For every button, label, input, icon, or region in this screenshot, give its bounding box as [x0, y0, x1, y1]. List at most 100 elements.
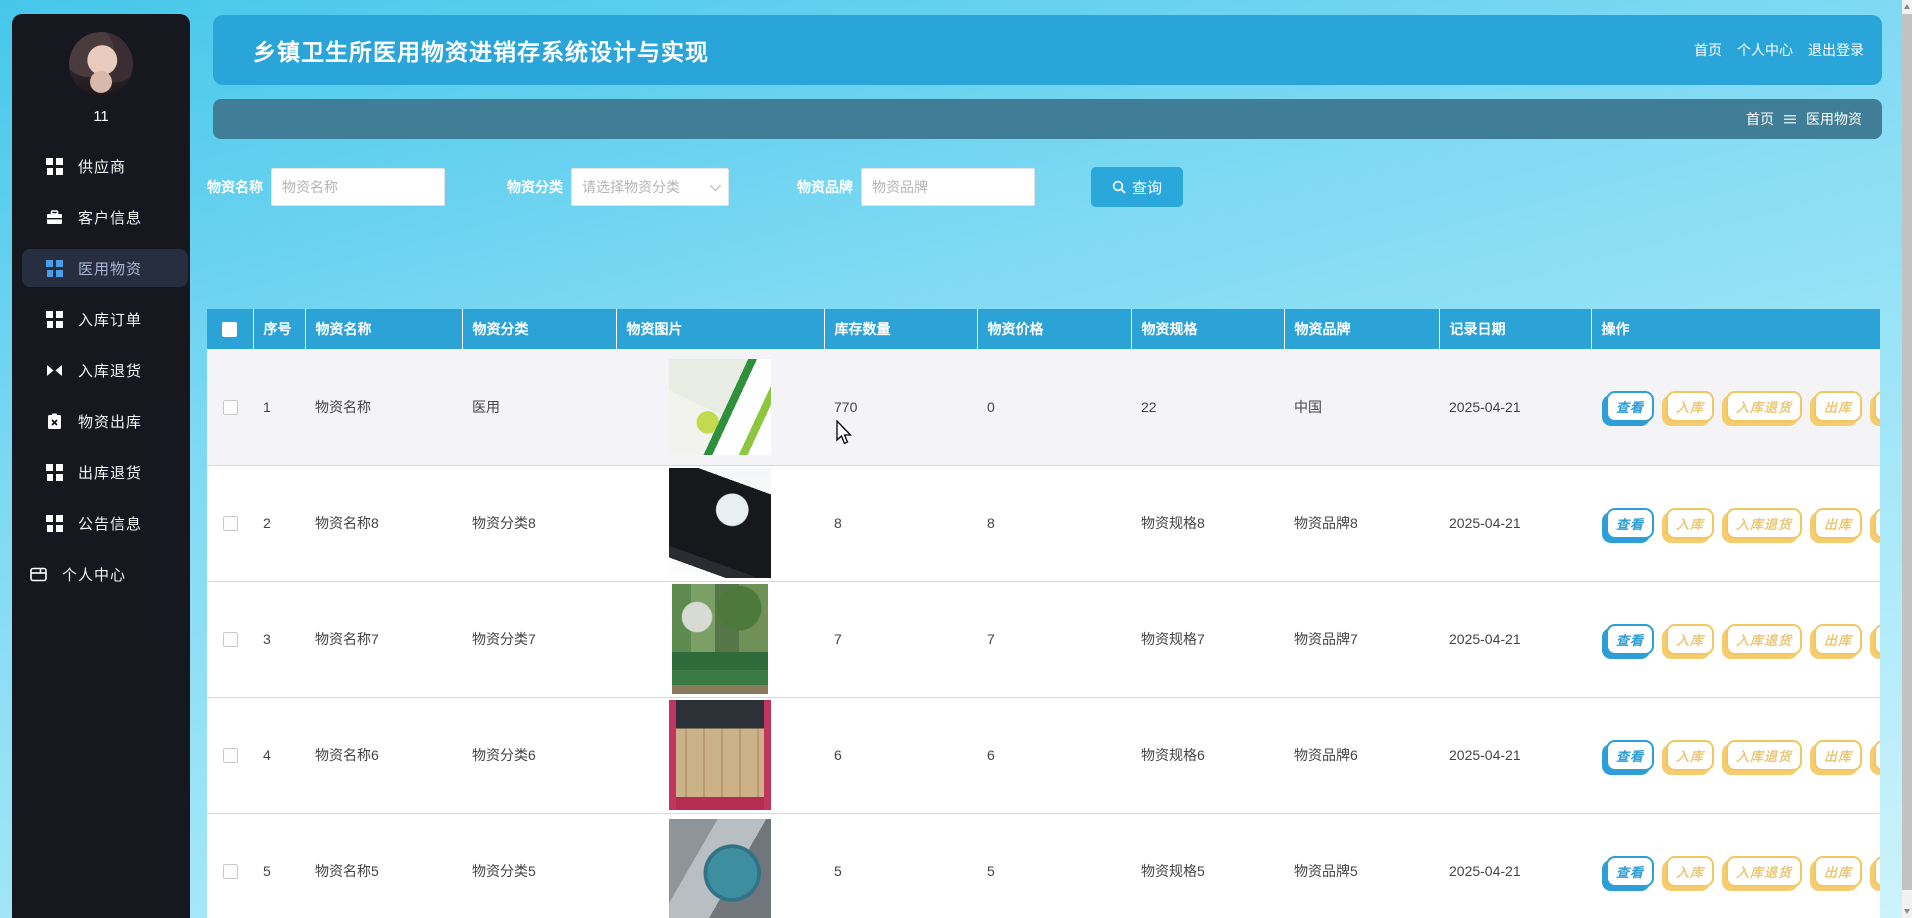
- category-select[interactable]: 请选择物资分类: [571, 168, 729, 206]
- inbound-button[interactable]: 入库: [1666, 391, 1714, 422]
- briefcase-icon: [46, 209, 63, 226]
- sidebar: 11 供应商 客户信息 医用物资 入库订单 入库退货: [12, 14, 190, 918]
- table-row: 5 物资名称5 物资分类5 5 5 物资规格5 物资品牌5 2025-04-21…: [207, 813, 1880, 918]
- breadcrumb-current: 医用物资: [1806, 109, 1862, 129]
- nav-home-link[interactable]: 首页: [1694, 40, 1722, 60]
- avatar: [69, 32, 133, 96]
- vertical-scrollbar[interactable]: [1902, 0, 1912, 918]
- col-actions: 操作: [1591, 309, 1880, 349]
- category-label: 物资分类: [507, 177, 563, 197]
- brand-input[interactable]: [861, 168, 1035, 206]
- sidebar-item-suppliers[interactable]: 供应商: [22, 147, 188, 185]
- inbound-button[interactable]: 入库: [1666, 624, 1714, 655]
- scrollbar-thumb[interactable]: [1902, 14, 1912, 890]
- name-input[interactable]: [271, 168, 445, 206]
- col-spec: 物资规格: [1131, 309, 1284, 349]
- outbound-return-button[interactable]: 出库退货: [1874, 508, 1880, 539]
- table-row: 1 物资名称 医用 770 0 22 中国 2025-04-21 查看入库入库退…: [207, 349, 1880, 465]
- outbound-button[interactable]: 出库: [1814, 624, 1862, 655]
- username: 11: [12, 108, 190, 125]
- col-category: 物资分类: [462, 309, 616, 349]
- table-row: 2 物资名称8 物资分类8 8 8 物资规格8 物资品牌8 2025-04-21…: [207, 465, 1880, 581]
- inbound-button[interactable]: 入库: [1666, 856, 1714, 887]
- search-icon: [1112, 180, 1126, 194]
- inbound-button[interactable]: 入库: [1666, 740, 1714, 771]
- sidebar-item-announcements[interactable]: 公告信息: [22, 504, 188, 542]
- row-checkbox[interactable]: [223, 632, 238, 647]
- view-button[interactable]: 查看: [1606, 508, 1654, 539]
- page-title: 乡镇卫生所医用物资进销存系统设计与实现: [213, 33, 709, 67]
- grid-icon: [46, 464, 63, 481]
- nav-personal-center-link[interactable]: 个人中心: [1737, 40, 1793, 60]
- col-image: 物资图片: [616, 309, 824, 349]
- grid-icon: [46, 311, 63, 328]
- view-button[interactable]: 查看: [1606, 740, 1654, 771]
- search-button[interactable]: 查询: [1091, 167, 1183, 207]
- nav-logout-link[interactable]: 退出登录: [1808, 40, 1864, 60]
- product-image: [669, 359, 771, 455]
- table-row: 4 物资名称6 物资分类6 6 6 物资规格6 物资品牌6 2025-04-21…: [207, 697, 1880, 813]
- sidebar-item-medical-supplies[interactable]: 医用物资: [22, 249, 188, 287]
- grid-icon: [46, 158, 63, 175]
- outbound-button[interactable]: 出库: [1814, 508, 1862, 539]
- scroll-up-icon[interactable]: [1904, 4, 1910, 9]
- clipboard-icon: [46, 413, 63, 430]
- inbound-return-button[interactable]: 入库退货: [1726, 740, 1802, 771]
- brand-label: 物资品牌: [797, 177, 853, 197]
- sidebar-item-customers[interactable]: 客户信息: [22, 198, 188, 236]
- col-stock: 库存数量: [824, 309, 977, 349]
- select-all-checkbox[interactable]: [222, 322, 237, 337]
- breadcrumb-home[interactable]: 首页: [1746, 109, 1774, 129]
- product-image: [669, 819, 771, 918]
- inbound-return-button[interactable]: 入库退货: [1726, 856, 1802, 887]
- product-image: [672, 584, 768, 694]
- bowtie-icon: [46, 362, 63, 379]
- sidebar-item-personal-center[interactable]: 个人中心: [20, 555, 188, 593]
- sidebar-item-outbound-returns[interactable]: 出库退货: [22, 453, 188, 491]
- row-checkbox[interactable]: [223, 864, 238, 879]
- outbound-return-button[interactable]: 出库退货: [1874, 856, 1880, 887]
- outbound-return-button[interactable]: 出库退货: [1874, 740, 1880, 771]
- table-row: 3 物资名称7 物资分类7 7 7 物资规格7 物资品牌7 2025-04-21…: [207, 581, 1880, 697]
- sidebar-item-outbound[interactable]: 物资出库: [22, 402, 188, 440]
- scroll-down-icon[interactable]: [1904, 909, 1910, 914]
- window-icon: [30, 566, 47, 583]
- search-bar: 物资名称 物资分类 请选择物资分类 物资品牌 查询: [207, 167, 1887, 207]
- supplies-table: 序号 物资名称 物资分类 物资图片 库存数量 物资价格 物资规格 物资品牌 记录…: [207, 309, 1880, 918]
- view-button[interactable]: 查看: [1606, 856, 1654, 887]
- col-name: 物资名称: [305, 309, 462, 349]
- product-image: [669, 700, 771, 810]
- grid-icon: [46, 515, 63, 532]
- top-nav: 首页 个人中心 退出登录: [1694, 40, 1882, 60]
- app-root: 11 供应商 客户信息 医用物资 入库订单 入库退货: [0, 0, 1912, 918]
- sidebar-item-inbound-orders[interactable]: 入库订单: [22, 300, 188, 338]
- outbound-button[interactable]: 出库: [1814, 740, 1862, 771]
- chevron-down-icon: [710, 180, 721, 191]
- hamburger-separator-icon: [1784, 115, 1796, 124]
- top-header: 乡镇卫生所医用物资进销存系统设计与实现 首页 个人中心 退出登录: [213, 15, 1882, 85]
- view-button[interactable]: 查看: [1606, 391, 1654, 422]
- outbound-button[interactable]: 出库: [1814, 391, 1862, 422]
- mouse-cursor: [836, 420, 854, 446]
- row-checkbox[interactable]: [223, 400, 238, 415]
- outbound-return-button[interactable]: 出库退货: [1874, 624, 1880, 655]
- name-label: 物资名称: [207, 177, 263, 197]
- row-checkbox[interactable]: [223, 748, 238, 763]
- sidebar-item-inbound-returns[interactable]: 入库退货: [22, 351, 188, 389]
- inbound-button[interactable]: 入库: [1666, 508, 1714, 539]
- col-price: 物资价格: [977, 309, 1131, 349]
- inbound-return-button[interactable]: 入库退货: [1726, 508, 1802, 539]
- breadcrumb: 首页 医用物资: [213, 99, 1882, 139]
- col-brand: 物资品牌: [1284, 309, 1439, 349]
- row-checkbox[interactable]: [223, 516, 238, 531]
- col-no: 序号: [253, 309, 305, 349]
- grid-icon: [46, 260, 63, 277]
- inbound-return-button[interactable]: 入库退货: [1726, 624, 1802, 655]
- inbound-return-button[interactable]: 入库退货: [1726, 391, 1802, 422]
- outbound-button[interactable]: 出库: [1814, 856, 1862, 887]
- table-header-row: 序号 物资名称 物资分类 物资图片 库存数量 物资价格 物资规格 物资品牌 记录…: [207, 309, 1880, 349]
- view-button[interactable]: 查看: [1606, 624, 1654, 655]
- col-date: 记录日期: [1439, 309, 1591, 349]
- product-image: [669, 468, 771, 578]
- outbound-return-button[interactable]: 出库退货: [1874, 391, 1880, 422]
